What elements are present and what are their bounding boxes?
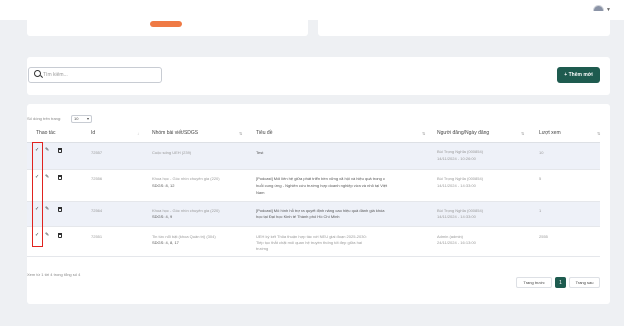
pencil-icon[interactable]: ✎	[45, 206, 49, 212]
pencil-icon[interactable]: ✎	[45, 174, 49, 180]
sort-icon[interactable]: ↓	[137, 131, 139, 136]
header-group[interactable]: Nhóm bài viết/SDGS	[152, 130, 198, 136]
table-row	[27, 143, 600, 169]
pagesize-value: 10	[74, 116, 79, 121]
pagination-summary: Xem từ 1 tới 4 trong tổng số 4	[27, 272, 81, 277]
header-views[interactable]: Lượt xem	[539, 130, 561, 136]
cell-author: Bùi Trọng Nghĩa (000854)	[437, 176, 484, 181]
header-title[interactable]: Tiêu đề	[256, 130, 273, 136]
sort-icon[interactable]: ⇅	[597, 131, 600, 136]
sort-icon[interactable]: ⇅	[239, 131, 242, 136]
search-icon	[34, 70, 41, 77]
cell-author: Bùi Trọng Nghĩa (000854)	[437, 149, 484, 154]
cell-group: Cuộc sống UEH (239)	[152, 150, 192, 155]
orange-button[interactable]	[150, 21, 182, 27]
cell-date: 24/11/2024 - 16:13:00	[437, 240, 476, 245]
divider	[27, 226, 600, 227]
divider	[27, 169, 600, 170]
sort-icon[interactable]: ⇅	[422, 131, 425, 136]
cell-title[interactable]: trường	[256, 246, 268, 252]
trash-icon[interactable]	[58, 175, 62, 180]
pagesize-label: Số dòng trên trang:	[27, 116, 62, 121]
cell-sdgs: SDGS: 8, 12	[152, 183, 175, 188]
pencil-icon[interactable]: ✎	[45, 232, 49, 238]
page-number-button[interactable]: 1	[555, 277, 566, 288]
cell-title[interactable]: học tại Đại học Kinh tế Thành phố Hồ Chí…	[256, 214, 340, 220]
cell-date: 14/11/2024 - 14:33:00	[437, 183, 476, 188]
cell-views: 10	[539, 150, 544, 155]
cell-views: 2555	[539, 234, 548, 239]
cell-id: 72551	[91, 234, 103, 239]
next-page-button[interactable]: Trang sau	[569, 277, 600, 288]
cell-views: 1	[539, 208, 542, 213]
pencil-icon[interactable]: ✎	[45, 147, 49, 153]
cell-group: Khoa học - Góc nhìn chuyên gia (220)	[152, 176, 220, 181]
cell-date: 14/11/2024 - 14:33:00	[437, 214, 476, 219]
cell-sdgs: SDGS: 4, 9	[152, 214, 173, 219]
annotation-highlight	[32, 142, 43, 247]
summary-card-right	[318, 11, 610, 36]
cell-views: 5	[539, 176, 542, 181]
prev-page-button[interactable]: Trang trước	[516, 277, 552, 288]
chevron-down-icon: ▾	[86, 116, 89, 121]
cell-id: 72564	[91, 208, 103, 213]
cell-title[interactable]: Test	[256, 150, 263, 156]
cell-title[interactable]: Tiếp tục thắt chặt mối quan hệ truyền th…	[256, 240, 362, 246]
cell-id: 72556	[91, 176, 103, 181]
cell-date: 14/11/2024 - 10:26:00	[437, 156, 476, 161]
cell-title[interactable]: [Podcast] Mối liên hệ giữa phát triển bề…	[256, 176, 385, 182]
cell-id: 72557	[91, 150, 103, 155]
sort-icon[interactable]: ⇅	[521, 131, 524, 136]
search-input[interactable]	[43, 68, 158, 82]
add-new-button[interactable]: + Thêm mới	[557, 67, 600, 83]
header-actions: Thao tác	[36, 130, 56, 136]
header-id[interactable]: Id	[91, 130, 95, 136]
divider	[27, 256, 600, 257]
cell-sdgs: SDGS: 4, 8, 17	[152, 240, 179, 245]
trash-icon[interactable]	[58, 233, 62, 238]
trash-icon[interactable]	[58, 207, 62, 212]
trash-icon[interactable]	[58, 148, 62, 153]
pagesize-select[interactable]: 10 ▾	[71, 115, 92, 123]
cell-title[interactable]: Nam	[256, 190, 264, 196]
cell-title[interactable]: huỗi cung ứng - Nghiên cứu trường hợp do…	[256, 183, 387, 189]
header-author[interactable]: Người đăng/Ngày đăng	[437, 130, 489, 136]
